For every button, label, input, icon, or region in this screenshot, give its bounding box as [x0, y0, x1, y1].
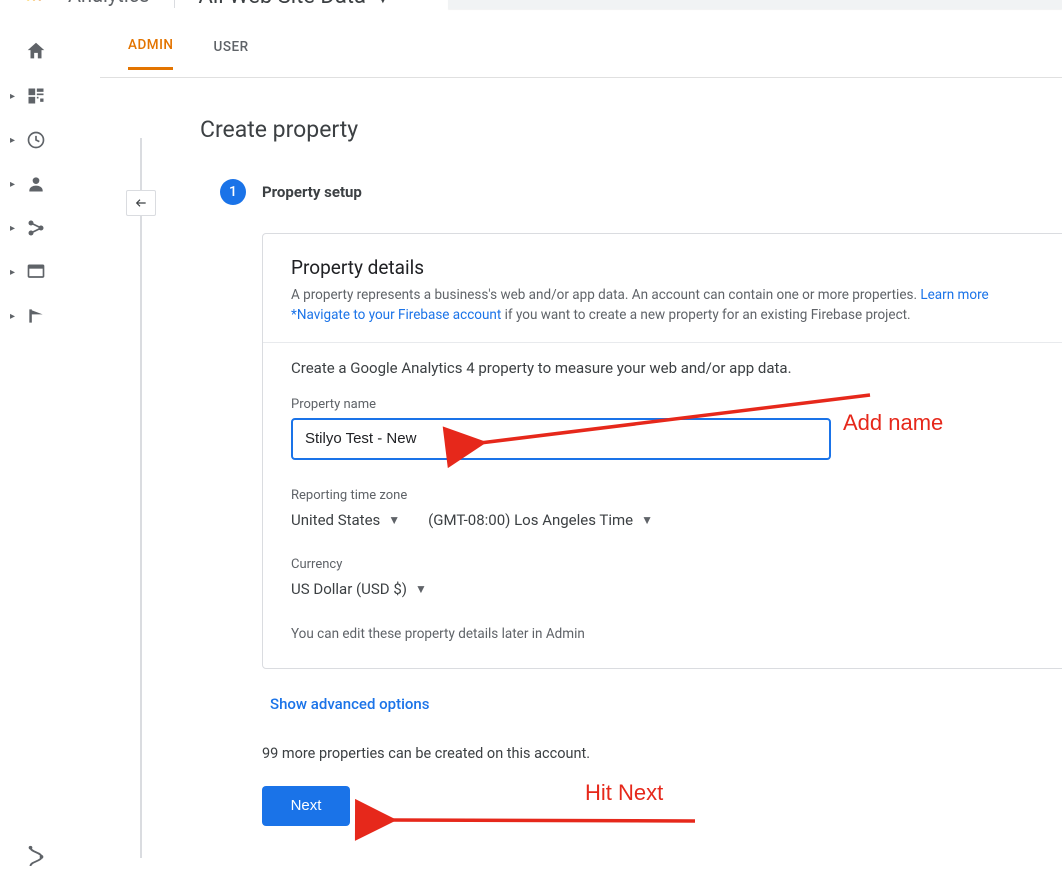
expand-caret-icon: ▸ [10, 135, 15, 146]
next-button[interactable]: Next [262, 786, 350, 826]
nav-conversions[interactable]: ▸ [0, 306, 72, 326]
admin-tabs: ADMIN USER [100, 30, 1062, 78]
step-label: Property setup [262, 183, 362, 201]
view-selector[interactable]: All Web Site Data ▼ [199, 0, 394, 9]
expand-caret-icon: ▸ [10, 267, 15, 278]
dropdown-value: (GMT-08:00) Los Angeles Time [428, 511, 633, 529]
nav-behavior[interactable]: ▸ [0, 262, 72, 282]
tab-admin[interactable]: ADMIN [128, 37, 173, 70]
timezone-offset-dropdown[interactable]: (GMT-08:00) Los Angeles Time ▼ [428, 511, 653, 529]
left-nav-rail: ▸ ▸ ▸ ▸ ▸ ▸ [0, 10, 72, 874]
property-quota-text: 99 more properties can be created on thi… [262, 745, 1062, 762]
expand-caret-icon: ▸ [10, 91, 15, 102]
property-name-label: Property name [291, 397, 1062, 412]
learn-more-link[interactable]: Learn more [920, 287, 988, 303]
property-details-card: Property details A property represents a… [262, 233, 1062, 669]
expand-caret-icon: ▸ [10, 179, 15, 190]
nav-home[interactable] [0, 40, 72, 62]
desc-text-2: if you want to create a new property for… [501, 307, 910, 323]
dropdown-value: US Dollar (USD $) [291, 580, 407, 598]
view-name: All Web Site Data [199, 0, 366, 9]
caret-down-icon: ▼ [641, 513, 653, 527]
page-title: Create property [200, 116, 1062, 143]
caret-down-icon: ▼ [415, 582, 427, 596]
tab-user[interactable]: USER [213, 39, 248, 69]
property-name-input[interactable] [291, 418, 831, 460]
caret-down-icon: ▼ [372, 0, 394, 9]
search-bar[interactable] [448, 0, 1062, 9]
timezone-label: Reporting time zone [291, 488, 1062, 503]
divider [263, 342, 1062, 343]
vertical-divider [174, 0, 175, 8]
main-content: Create property 1 Property setup Propert… [100, 78, 1062, 874]
show-advanced-link[interactable]: Show advanced options [270, 695, 1062, 713]
top-bar: Analytics All Web Site Data ▼ [0, 0, 1062, 10]
card-description: A property represents a business's web a… [291, 285, 1062, 326]
card-hint: You can edit these property details late… [291, 626, 1062, 642]
nav-acquisition[interactable]: ▸ [0, 218, 72, 238]
expand-caret-icon: ▸ [10, 311, 15, 322]
nav-attribution[interactable] [0, 844, 72, 866]
firebase-link[interactable]: *Navigate to your Firebase account [291, 307, 501, 323]
stepper-line [140, 138, 142, 858]
card-heading: Property details [291, 256, 1062, 279]
product-name: Analytics [68, 0, 150, 7]
caret-down-icon: ▼ [388, 513, 400, 527]
nav-dashboards[interactable]: ▸ [0, 86, 72, 106]
step-header: 1 Property setup [220, 179, 1062, 205]
timezone-country-dropdown[interactable]: United States ▼ [291, 511, 400, 529]
nav-realtime[interactable]: ▸ [0, 130, 72, 150]
currency-label: Currency [291, 557, 1062, 572]
currency-dropdown[interactable]: US Dollar (USD $) ▼ [291, 580, 1062, 598]
card-lead: Create a Google Analytics 4 property to … [291, 359, 1062, 377]
step-number-badge: 1 [220, 179, 246, 205]
arrow-left-icon [132, 196, 150, 210]
expand-caret-icon: ▸ [10, 223, 15, 234]
analytics-logo-icon [24, 0, 44, 9]
nav-audience[interactable]: ▸ [0, 174, 72, 194]
back-button[interactable] [126, 190, 156, 216]
dropdown-value: United States [291, 511, 380, 529]
desc-text: A property represents a business's web a… [291, 287, 920, 303]
